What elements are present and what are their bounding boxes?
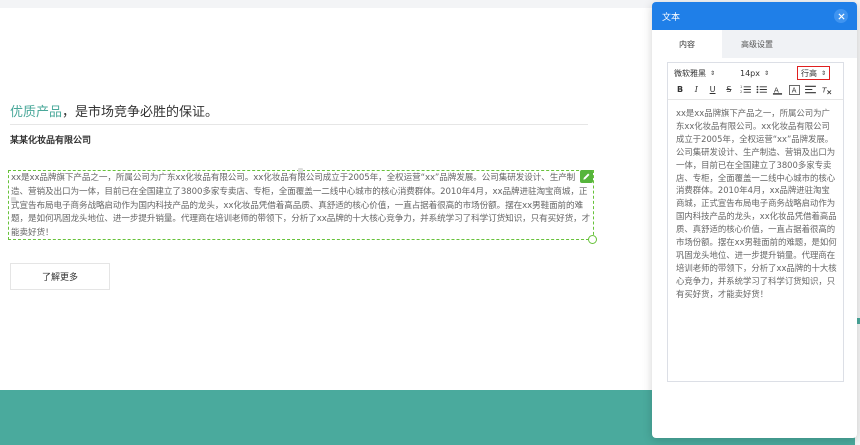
svg-text:1: 1 xyxy=(740,85,742,89)
headline: 优质产品，是市场竞争必胜的保证。 xyxy=(10,101,218,120)
learn-more-button[interactable]: 了解更多 xyxy=(10,263,110,290)
font-family-select[interactable]: 微软雅黑 ⇕ xyxy=(674,67,715,80)
line-height-value: 行高 xyxy=(801,68,817,78)
ordered-list-icon[interactable]: 12 xyxy=(739,84,751,95)
tab-content[interactable]: 内容 xyxy=(652,30,722,58)
line-height-arrow-icon: ⇕ xyxy=(821,69,827,77)
font-size-select[interactable]: 14px ⇕ xyxy=(740,67,769,80)
bold-icon[interactable]: B xyxy=(674,84,686,95)
font-color-icon[interactable]: A xyxy=(772,84,784,95)
text-block-paragraph: xx是xx品牌旗下产品之一，所属公司为广东xx化妆品有限公司。xx化妆品有限公司… xyxy=(11,173,591,239)
move-handle-icon[interactable] xyxy=(298,168,303,173)
italic-icon[interactable]: I xyxy=(690,84,702,95)
strikethrough-icon[interactable]: S xyxy=(723,84,735,95)
edit-pencil-icon[interactable] xyxy=(580,170,593,183)
svg-text:A: A xyxy=(791,86,796,94)
panel-header: 文本 xyxy=(652,2,857,30)
align-icon[interactable] xyxy=(804,84,816,95)
close-icon[interactable] xyxy=(834,9,848,23)
font-select-arrow-icon: ⇕ xyxy=(710,70,716,77)
format-tools: B I U S 12 A A T xyxy=(674,84,837,95)
svg-text:2: 2 xyxy=(740,90,742,94)
clear-format-icon[interactable]: T xyxy=(821,84,833,95)
size-select-arrow-icon: ⇕ xyxy=(764,70,770,77)
headline-accent: 优质产品 xyxy=(10,105,63,120)
line-height-select[interactable]: 行高 ⇕ xyxy=(797,66,831,80)
svg-text:T: T xyxy=(822,85,827,94)
panel-tabs: 内容 高级设置 xyxy=(652,30,857,58)
resize-handle[interactable] xyxy=(588,235,597,244)
svg-text:A: A xyxy=(774,85,779,94)
panel-title: 文本 xyxy=(662,12,681,23)
headline-rest: ，是市场竞争必胜的保证。 xyxy=(62,105,219,120)
highlight-color-icon[interactable]: A xyxy=(788,84,800,95)
text-settings-panel: 文本 内容 高级设置 微软雅黑 ⇕ 14px ⇕ 行高 ⇕ B I U S 1 … xyxy=(652,2,857,438)
editor-content[interactable]: xx是xx品牌旗下产品之一，所属公司为广东xx化妆品有限公司。xx化妆品有限公司… xyxy=(668,100,843,301)
tab-advanced-settings[interactable]: 高级设置 xyxy=(722,30,792,58)
editor-toolbar: 微软雅黑 ⇕ 14px ⇕ 行高 ⇕ B I U S 12 A A T xyxy=(668,63,843,100)
headline-divider xyxy=(10,124,588,125)
font-family-value: 微软雅黑 xyxy=(674,69,706,78)
unordered-list-icon[interactable] xyxy=(755,84,767,95)
font-size-value: 14px xyxy=(740,69,760,78)
drag-handle-icon[interactable] xyxy=(11,197,16,202)
underline-icon[interactable]: U xyxy=(707,84,719,95)
company-name[interactable]: 某某化妆品有限公司 xyxy=(10,133,91,146)
rich-text-editor[interactable]: 微软雅黑 ⇕ 14px ⇕ 行高 ⇕ B I U S 12 A A T xx是x… xyxy=(667,62,844,382)
selected-text-block[interactable]: xx是xx品牌旗下产品之一，所属公司为广东xx化妆品有限公司。xx化妆品有限公司… xyxy=(8,170,594,240)
